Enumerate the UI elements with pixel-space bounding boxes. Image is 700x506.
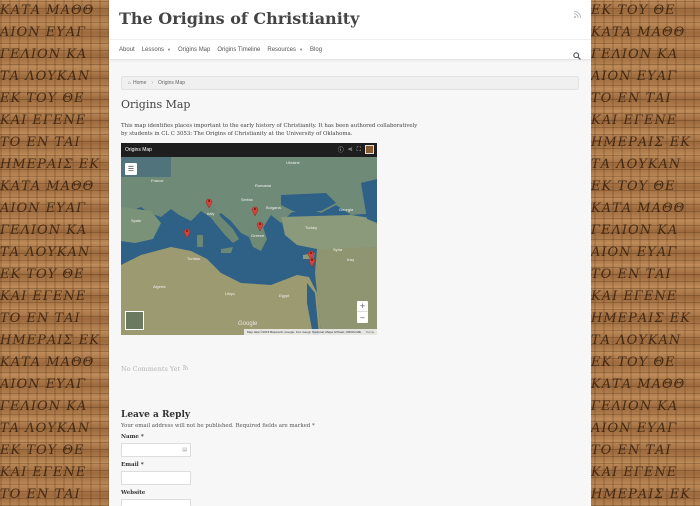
nav-item-resources[interactable]: Resources ▼ xyxy=(267,47,303,53)
nav-item-origins-map[interactable]: Origins Map xyxy=(178,47,210,53)
map-label-romania: Romania xyxy=(255,183,272,188)
map-label-libya: Libya xyxy=(225,291,235,296)
name-label: Name * xyxy=(121,434,144,440)
rss-icon[interactable] xyxy=(183,364,189,372)
map-title-bar: Origins Map ⓘ ⋖ ⛶ xyxy=(121,143,377,157)
comments-text: No Comments Yet xyxy=(121,365,181,373)
search-icon[interactable] xyxy=(573,45,581,60)
email-label: Email * xyxy=(121,462,144,468)
email-field[interactable] xyxy=(121,471,191,485)
share-icon[interactable]: ⋖ xyxy=(348,146,353,153)
map-label-spain: Spain xyxy=(131,218,142,223)
breadcrumb: ⌂ Home › Origins Map xyxy=(121,76,579,90)
map-label-ukraine: Ukraine xyxy=(286,160,300,165)
embedded-map[interactable]: France Spain Italy Ukraine Romania Serbi… xyxy=(121,143,377,335)
website-field[interactable] xyxy=(121,499,191,506)
reply-note: Your email address will not be published… xyxy=(121,423,315,429)
nav-item-lessons[interactable]: Lessons ▼ xyxy=(142,47,171,53)
home-icon: ⌂ xyxy=(128,80,132,86)
map-label-iraq: Iraq xyxy=(347,257,354,262)
breadcrumb-separator: › xyxy=(151,80,154,86)
website-label: Website xyxy=(121,490,146,496)
main-content: ⌂ Home › Origins Map Origins Map This ma… xyxy=(109,76,591,506)
nav-item-about[interactable]: About xyxy=(119,47,135,53)
papyrus-background-left: ΚΑΤΑ ΜΑΘΘ ΑΙΟΝ ΕΥΑΓ ΓΕΛΙΟΝ ΚΑ ΤΑ ΛΟΥΚΑΝ ΕΚ Τ… xyxy=(0,3,100,502)
map-pin-jerusalem[interactable] xyxy=(308,256,316,267)
zoom-controls: + − xyxy=(357,301,368,323)
terms-link[interactable]: Terms xyxy=(366,330,374,334)
site-title[interactable]: The Origins of Christianity xyxy=(119,9,359,28)
page-intro: This map identifies places important to … xyxy=(121,123,418,137)
google-logo: Google xyxy=(238,321,258,327)
map-terrain xyxy=(121,143,377,335)
map-label-algeria: Algeria xyxy=(153,284,166,289)
map-label-greece: Greece xyxy=(251,233,265,238)
map-label-syria: Syria xyxy=(333,247,343,252)
satellite-toggle-thumbnail[interactable] xyxy=(125,311,144,330)
map-pin-thessalonica[interactable] xyxy=(251,205,259,216)
comments-count: No Comments Yet xyxy=(121,364,579,373)
map-toolbar: ⓘ ⋖ ⛶ xyxy=(334,145,374,154)
zoom-out-button[interactable]: − xyxy=(357,312,368,323)
site-header: The Origins of Christianity xyxy=(109,0,591,40)
map-label-tunisia: Tunisia xyxy=(187,256,200,261)
layers-list-icon[interactable]: ☰ xyxy=(125,163,137,175)
main-nav: About Lessons ▼ Origins Map Origins Timel… xyxy=(109,40,591,60)
map-pin-rome[interactable] xyxy=(205,197,213,208)
zoom-in-button[interactable]: + xyxy=(357,301,368,312)
map-label-egypt: Egypt xyxy=(279,293,290,298)
map-label-italy: Italy xyxy=(207,211,215,216)
map-label-serbia: Serbia xyxy=(241,197,253,202)
map-title: Origins Map xyxy=(125,147,152,153)
reply-heading: Leave a Reply xyxy=(121,410,191,420)
page-container: The Origins of Christianity About Lesson… xyxy=(109,0,591,506)
autofill-icon: ▤ xyxy=(182,447,187,453)
map-label-france: France xyxy=(151,178,164,183)
map-attribution: Map data ©2015 Basarsoft, Google, Inst. … xyxy=(244,329,377,335)
chevron-down-icon: ▼ xyxy=(167,47,172,52)
page-title: Origins Map xyxy=(121,98,191,111)
nav-item-blog[interactable]: Blog xyxy=(310,47,322,53)
fullscreen-icon[interactable]: ⛶ xyxy=(357,146,361,154)
nav-item-origins-timeline[interactable]: Origins Timeline xyxy=(217,47,260,53)
rss-icon[interactable] xyxy=(573,10,582,20)
map-label-georgia: Georgia xyxy=(339,207,354,212)
map-label-turkey: Turkey xyxy=(305,225,318,230)
map-label-bulgaria: Bulgaria xyxy=(266,205,281,210)
name-field[interactable]: ▤ xyxy=(121,443,191,457)
chevron-down-icon: ▼ xyxy=(299,47,304,52)
breadcrumb-home-link[interactable]: Home xyxy=(133,80,146,86)
info-icon[interactable]: ⓘ xyxy=(338,145,344,154)
avatar[interactable] xyxy=(365,145,374,154)
breadcrumb-current: Origins Map xyxy=(158,80,185,86)
papyrus-background-right: ΕΚ ΤΟΥ ΘΕ ΚΑΤΑ ΜΑΘΘ ΓΕΛΙΟΝ ΚΑ ΑΙΟΝ ΕΥΑΓ ΤΟ Ε… xyxy=(591,3,691,502)
map-pin-carthage[interactable] xyxy=(183,227,191,238)
map-pin-athens[interactable] xyxy=(256,220,264,231)
